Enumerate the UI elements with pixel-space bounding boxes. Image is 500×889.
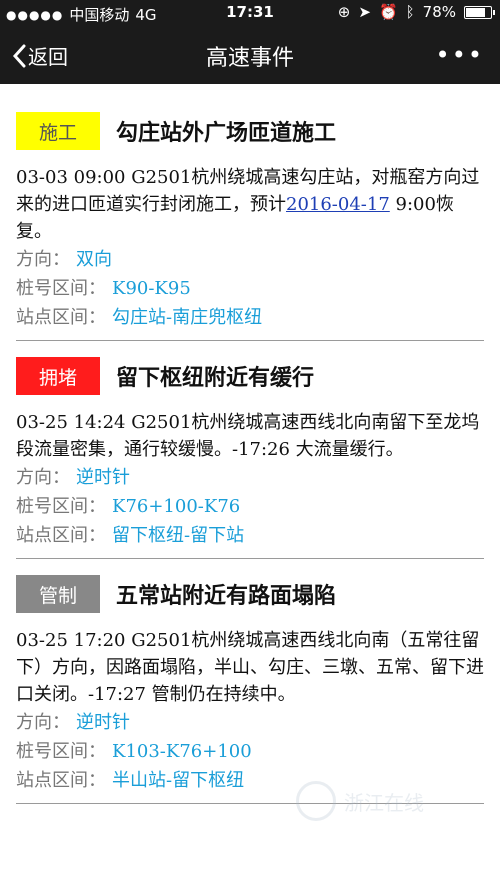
date-link[interactable]: 2016-04-17 <box>286 194 390 215</box>
event-list: 施工 勾庄站外广场匝道施工 03-03 09:00 G2501杭州绕城高速勾庄站… <box>0 108 500 804</box>
mileage-row: 桩号区间： K90-K95 <box>16 278 191 299</box>
event-card[interactable]: 管制 五常站附近有路面塌陷 03-25 17:20 G2501杭州绕城高速西线北… <box>16 571 484 804</box>
battery-icon <box>464 5 495 19</box>
station-row: 站点区间： 勾庄站-南庄兜枢纽 <box>16 307 263 328</box>
logo-icon <box>296 781 336 821</box>
event-card[interactable]: 施工 勾庄站外广场匝道施工 03-03 09:00 G2501杭州绕城高速勾庄站… <box>16 108 484 341</box>
more-icon[interactable]: ••• <box>436 43 484 67</box>
event-tag-control: 管制 <box>16 575 100 613</box>
event-tag-construction: 施工 <box>16 112 100 150</box>
nav-bar: 返回 高速事件 ••• <box>0 26 500 84</box>
direction-value: 逆时针 <box>76 467 130 488</box>
bluetooth-icon: ᛒ <box>405 3 415 21</box>
event-description: 03-03 09:00 G2501杭州绕城高速勾庄站，对瓶窑方向过来的进口匝道实… <box>16 167 480 242</box>
direction-row: 方向： 逆时针 <box>16 712 130 733</box>
event-description: 03-25 14:24 G2501杭州绕城高速西线北向南留下至龙坞段流量密集，通… <box>16 412 480 460</box>
event-title: 五常站附近有路面塌陷 <box>116 583 337 609</box>
event-title: 留下枢纽附近有缓行 <box>116 365 315 391</box>
event-description: 03-25 17:20 G2501杭州绕城高速西线北向南（五常往留下）方向，因路… <box>16 630 484 705</box>
station-value: 半山站-留下枢纽 <box>112 770 245 791</box>
event-title: 勾庄站外广场匝道施工 <box>116 120 337 146</box>
direction-value: 逆时针 <box>76 712 130 733</box>
watermark-text: 浙江在线 <box>344 790 424 815</box>
event-tag-congestion: 拥堵 <box>16 357 100 395</box>
status-bar: ●●●●● 中国移动 4G 17:31 ⊕ ➤ ⏰ ᛒ 78% <box>0 0 500 26</box>
mileage-value: K90-K95 <box>112 278 191 299</box>
location-icon: ➤ <box>358 3 371 21</box>
mileage-row: 桩号区间： K103-K76+100 <box>16 741 252 762</box>
station-value: 留下枢纽-留下站 <box>112 525 245 546</box>
event-card[interactable]: 拥堵 留下枢纽附近有缓行 03-25 14:24 G2501杭州绕城高速西线北向… <box>16 353 484 559</box>
orientation-lock-icon: ⊕ <box>337 3 351 21</box>
page-title: 高速事件 <box>205 46 294 71</box>
mileage-value: K76+100-K76 <box>112 496 241 517</box>
direction-row: 方向： 双向 <box>16 249 112 270</box>
direction-value: 双向 <box>76 249 112 270</box>
station-row: 站点区间： 留下枢纽-留下站 <box>16 525 245 546</box>
alarm-icon: ⏰ <box>378 3 398 21</box>
battery-percent: 78% <box>422 3 456 21</box>
mileage-row: 桩号区间： K76+100-K76 <box>16 496 241 517</box>
mileage-value: K103-K76+100 <box>112 741 252 762</box>
direction-row: 方向： 逆时针 <box>16 467 130 488</box>
watermark-logo: 浙江在线 <box>296 781 424 821</box>
station-value: 勾庄站-南庄兜枢纽 <box>112 307 263 328</box>
